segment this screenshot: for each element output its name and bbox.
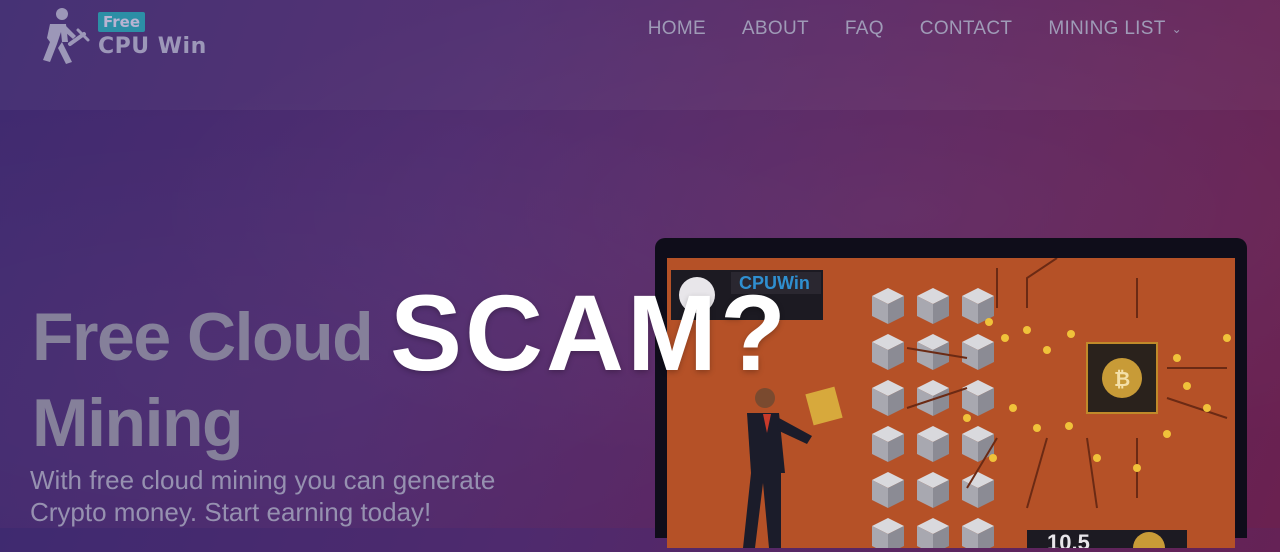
cube	[917, 380, 949, 416]
circuit-lines	[906, 257, 1228, 509]
cube	[872, 518, 904, 552]
hero-title: Free Cloud Mining	[32, 298, 374, 461]
hero-subtitle: With free cloud mining you can generate …	[30, 465, 496, 527]
site-logo[interactable]: Free CPU Win	[28, 4, 218, 68]
nav-home[interactable]: HOME	[648, 16, 706, 42]
nav-home-label: HOME	[647, 18, 706, 39]
scam-overlay-text: SCAM?	[390, 272, 789, 393]
cube	[917, 426, 949, 462]
cube	[872, 380, 904, 416]
miner-icon	[43, 8, 90, 64]
cube	[872, 472, 904, 508]
nav-contact[interactable]: CONTACT	[920, 16, 1013, 42]
cube	[872, 426, 904, 462]
cube	[962, 380, 994, 416]
cube	[962, 334, 994, 370]
nav-contact-label: CONTACT	[919, 18, 1013, 39]
cube	[917, 518, 949, 552]
businessman-figure	[743, 386, 843, 548]
top-navbar: Free CPU Win HOME ABOUT FAQ CONTACT MINI…	[0, 0, 1280, 110]
cube	[962, 518, 994, 552]
cube	[917, 472, 949, 508]
cube	[872, 334, 904, 370]
cube	[962, 472, 994, 508]
cube	[962, 426, 994, 462]
cube	[917, 288, 949, 324]
nav-mining-list[interactable]: MINING LIST ⌄	[1048, 16, 1182, 42]
nav-about[interactable]: ABOUT	[742, 16, 809, 42]
nav-faq-label: FAQ	[844, 18, 884, 39]
logo-badge: Free	[98, 12, 146, 32]
logo-name: CPU Win	[98, 34, 207, 59]
chevron-down-icon: ⌄	[1171, 22, 1182, 36]
main-menu: HOME ABOUT FAQ CONTACT MINING LIST ⌄	[648, 16, 1182, 42]
nav-faq[interactable]: FAQ	[845, 16, 884, 42]
cube-grid	[872, 288, 994, 552]
bitcoin-symbol: ₿	[1114, 367, 1130, 391]
nav-mining-list-label: MINING LIST	[1048, 18, 1166, 39]
cube	[872, 288, 904, 324]
counter-value: 10.5	[1047, 530, 1090, 548]
nav-about-label: ABOUT	[741, 18, 809, 39]
